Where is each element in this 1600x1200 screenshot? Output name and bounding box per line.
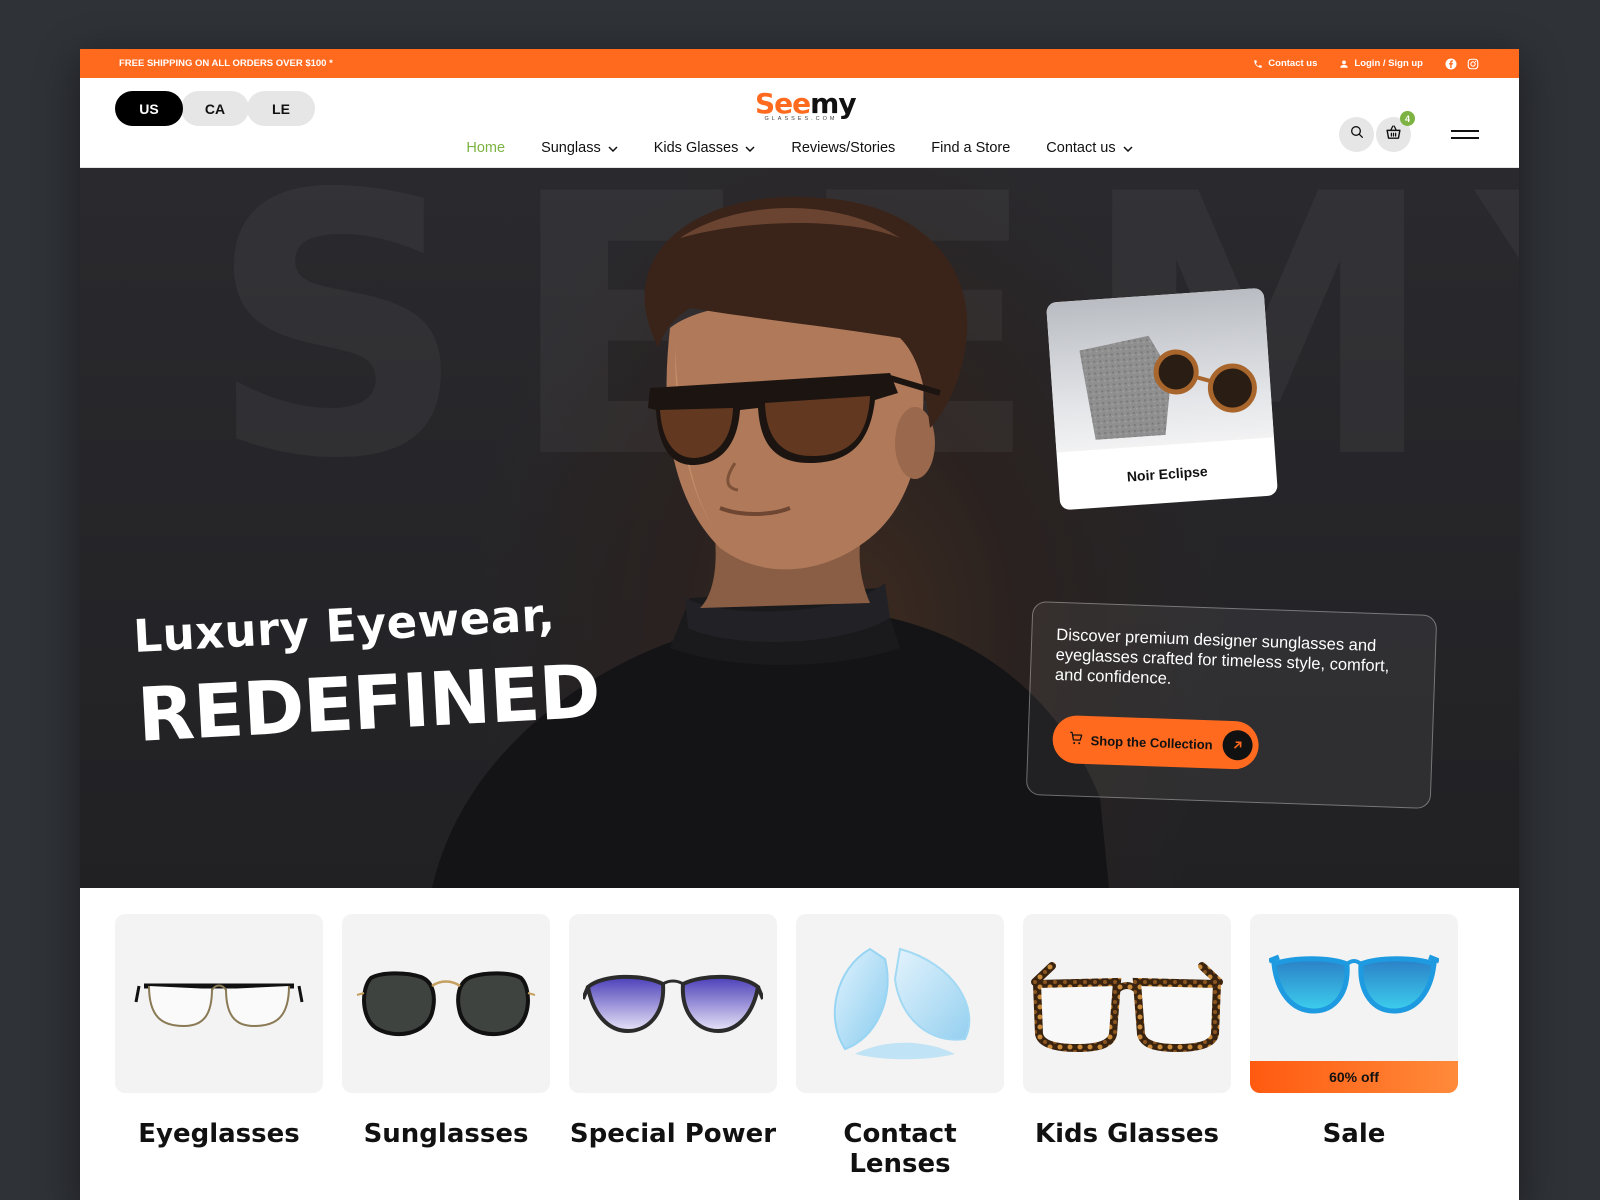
- logo-subtitle: GLASSES.COM: [764, 116, 838, 122]
- site-header: US CA LE Seemy GLASSES.COM 4 Home Sungla…: [80, 78, 1519, 168]
- nav-kids-glasses-label: Kids Glasses: [653, 140, 739, 156]
- category-kids-glasses[interactable]: Kids Glasses: [1023, 914, 1231, 1179]
- nav-home-label: Home: [466, 140, 506, 156]
- contact-link-label: Contact us: [1268, 58, 1318, 69]
- featured-product-image: [1046, 287, 1274, 453]
- eyeglasses-image: [115, 914, 323, 1093]
- category-sale[interactable]: 60% off Sale: [1250, 914, 1458, 1179]
- nav-kids-glasses[interactable]: Kids Glasses: [654, 140, 756, 156]
- login-signup-link[interactable]: Login / Sign up: [1339, 58, 1423, 69]
- phone-icon: [1253, 59, 1263, 69]
- nav-sunglass[interactable]: Sunglass: [541, 140, 618, 156]
- cart-count-badge: 4: [1400, 111, 1415, 126]
- contact-lenses-image: [796, 914, 1004, 1093]
- announcement-bar: FREE SHIPPING ON ALL ORDERS OVER $100 * …: [80, 49, 1519, 78]
- category-sunglasses-label: Sunglasses: [363, 1119, 529, 1149]
- nav-home[interactable]: Home: [466, 140, 505, 156]
- hero-description: Discover premium designer sunglasses and…: [1054, 625, 1390, 688]
- sale-image: 60% off: [1250, 914, 1458, 1093]
- category-sunglasses[interactable]: Sunglasses: [342, 914, 550, 1179]
- free-shipping-text: FREE SHIPPING ON ALL ORDERS OVER $100 *: [119, 58, 333, 69]
- site-logo[interactable]: Seemy GLASSES.COM: [755, 87, 857, 123]
- category-contact-lenses[interactable]: Contact Lenses: [796, 914, 1004, 1179]
- category-eyeglasses-label: Eyeglasses: [138, 1119, 300, 1149]
- chevron-down-icon: [1123, 140, 1133, 156]
- instagram-icon[interactable]: [1467, 58, 1479, 70]
- category-contact-lenses-label: Contact Lenses: [843, 1119, 957, 1179]
- main-navigation: Home Sunglass Kids Glasses Reviews/Stori…: [80, 140, 1519, 156]
- shop-collection-label: Shop the Collection: [1090, 732, 1213, 752]
- hero-banner: SEEMY: [80, 168, 1519, 888]
- nav-contact-label: Contact us: [1046, 140, 1116, 156]
- browser-page: FREE SHIPPING ON ALL ORDERS OVER $100 * …: [80, 49, 1519, 1200]
- cart-icon: [1068, 730, 1084, 749]
- nav-contact[interactable]: Contact us: [1046, 140, 1133, 156]
- nav-find-store-label: Find a Store: [931, 140, 1011, 156]
- special-power-image: [569, 914, 777, 1093]
- category-grid: Eyeglasses Sunglasses Special Power Cont…: [115, 914, 1458, 1179]
- shop-collection-button[interactable]: Shop the Collection: [1051, 714, 1260, 770]
- kids-glasses-image: [1023, 914, 1231, 1093]
- sunglasses-image: [342, 914, 550, 1093]
- login-signup-label: Login / Sign up: [1354, 58, 1423, 69]
- chevron-down-icon: [608, 140, 618, 156]
- nav-sunglass-label: Sunglass: [541, 140, 601, 156]
- region-ca-button[interactable]: CA: [181, 91, 249, 126]
- sale-discount-badge: 60% off: [1250, 1061, 1458, 1093]
- contact-link[interactable]: Contact us: [1253, 58, 1317, 69]
- region-us-button[interactable]: US: [115, 91, 183, 126]
- user-icon: [1339, 59, 1349, 69]
- nav-find-store[interactable]: Find a Store: [931, 140, 1010, 156]
- arrow-up-right-icon: [1222, 729, 1254, 761]
- category-sale-label: Sale: [1322, 1119, 1386, 1149]
- region-switcher: US CA LE: [115, 91, 315, 126]
- category-eyeglasses[interactable]: Eyeglasses: [115, 914, 323, 1179]
- nav-reviews-label: Reviews/Stories: [791, 140, 896, 156]
- category-special-power[interactable]: Special Power: [569, 914, 777, 1179]
- hero-tagline: Luxury Eyewear, REDEFINED: [132, 586, 602, 759]
- category-kids-glasses-label: Kids Glasses: [1034, 1119, 1220, 1149]
- chevron-down-icon: [745, 140, 755, 156]
- hero-info-card: Discover premium designer sunglasses and…: [1025, 600, 1438, 810]
- facebook-icon[interactable]: [1445, 58, 1457, 70]
- region-le-button[interactable]: LE: [247, 91, 315, 126]
- nav-reviews[interactable]: Reviews/Stories: [791, 140, 895, 156]
- logo-wordmark: Seemy: [755, 87, 857, 120]
- featured-product-card[interactable]: Noir Eclipse: [1046, 287, 1278, 511]
- category-special-power-label: Special Power: [569, 1119, 777, 1149]
